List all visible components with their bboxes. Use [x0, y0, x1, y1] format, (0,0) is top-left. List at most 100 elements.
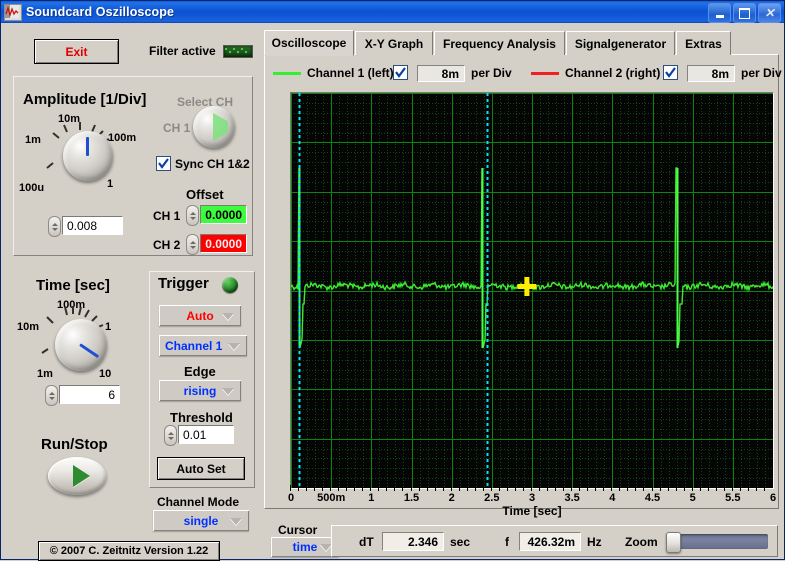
- tab-label: Signalgenerator: [574, 36, 667, 51]
- filter-active-label: Filter active: [149, 44, 216, 58]
- time-value-field[interactable]: 6: [59, 385, 120, 404]
- zoom-label: Zoom: [625, 535, 658, 549]
- waveform-icon: [4, 3, 22, 21]
- threshold-spinner[interactable]: [164, 425, 177, 446]
- select-channel-knob[interactable]: [193, 106, 235, 148]
- threshold-field[interactable]: 0.01: [178, 425, 234, 444]
- offset-ch2-spinner[interactable]: [186, 234, 199, 255]
- chevron-down-icon: [230, 517, 242, 525]
- tab-oscilloscope[interactable]: Oscilloscope: [264, 30, 354, 56]
- tab-extras[interactable]: Extras: [676, 31, 731, 55]
- offset-ch1-field[interactable]: 0.0000: [200, 205, 247, 224]
- time-knob[interactable]: [55, 319, 107, 371]
- window-title: Soundcard Oszilloscope: [26, 5, 175, 19]
- exit-button[interactable]: Exit: [34, 39, 119, 64]
- channel2-legend-line: [531, 72, 559, 75]
- time-knob-needle: [79, 343, 100, 359]
- zoom-slider-track[interactable]: [666, 534, 768, 549]
- threshold-title: Threshold: [170, 410, 233, 425]
- time-spinner[interactable]: [45, 385, 58, 406]
- run-stop-title: Run/Stop: [41, 436, 108, 453]
- trigger-mode-combo[interactable]: Auto: [159, 305, 241, 326]
- amplitude-title: Amplitude [1/Div]: [23, 91, 147, 108]
- zoom-slider-thumb[interactable]: [666, 532, 681, 553]
- x-tick-label: 3: [528, 492, 536, 504]
- play-icon: [72, 465, 90, 487]
- channel2-per-div-field[interactable]: 8m: [687, 65, 735, 82]
- channel1-per-div-label: per Div: [471, 66, 512, 80]
- tab-signalgenerator[interactable]: Signalgenerator: [566, 31, 675, 55]
- sync-channels-label: Sync CH 1&2: [175, 157, 250, 171]
- copyright-button: © 2007 C. Zeitnitz Version 1.22: [38, 541, 220, 561]
- filter-active-indicator: [223, 45, 253, 58]
- trigger-edge-combo[interactable]: rising: [159, 380, 241, 401]
- plot-svg: [291, 93, 773, 488]
- amplitude-knob-needle: [86, 137, 89, 156]
- offset-ch1-spinner[interactable]: [186, 205, 199, 226]
- cursor-marker[interactable]: [517, 277, 537, 296]
- offset-title: Offset: [186, 187, 224, 202]
- x-tick-label: 4.5: [644, 492, 661, 504]
- maximize-icon[interactable]: [733, 3, 756, 23]
- trigger-led: [222, 277, 238, 293]
- application-window: Soundcard Oszilloscope ✕ Exit Filter act…: [0, 0, 785, 561]
- tab-label: Oscilloscope: [271, 36, 347, 50]
- x-axis-ticks: 0 500m 1 1.5 2 2.5 3 3.5 4 4.5 5 5.5 6: [287, 485, 777, 504]
- plot-canvas[interactable]: [291, 93, 773, 488]
- time-title: Time [sec]: [36, 277, 110, 294]
- tab-label: Extras: [685, 36, 722, 51]
- dT-label: dT: [359, 535, 374, 549]
- select-channel-indicator: [213, 113, 228, 141]
- trigger-title: Trigger: [158, 275, 209, 292]
- amplitude-value-field[interactable]: 0.008: [62, 216, 123, 235]
- x-tick-label: 3.5: [564, 492, 580, 504]
- cursor-mode-combo[interactable]: time: [271, 537, 339, 557]
- channel1-enable-checkbox[interactable]: [393, 65, 408, 80]
- chevron-down-icon: [222, 387, 234, 395]
- x-tick-label: 2: [448, 492, 455, 504]
- dT-field: 2.346: [382, 532, 444, 551]
- tab-label: Frequency Analysis: [443, 36, 556, 51]
- x-tick-label: 0: [287, 492, 295, 504]
- oscilloscope-plot[interactable]: [290, 92, 774, 489]
- channel2-enable-checkbox[interactable]: [663, 65, 678, 80]
- channel2-per-div-label: per Div: [741, 66, 782, 80]
- f-unit: Hz: [587, 535, 602, 549]
- f-label: f: [505, 535, 509, 549]
- f-field: 426.32m: [519, 532, 581, 551]
- sync-channels-checkbox[interactable]: [156, 156, 171, 171]
- x-tick-label: 5.5: [725, 492, 741, 504]
- amplitude-knob[interactable]: [63, 131, 113, 181]
- offset-ch1-label: CH 1: [153, 209, 181, 223]
- channel1-legend-line: [273, 72, 301, 75]
- x-tick-label: 1: [368, 492, 375, 504]
- x-tick-label: 5: [689, 492, 696, 504]
- channel-mode-combo[interactable]: single: [153, 510, 249, 531]
- tab-x-y-graph[interactable]: X-Y Graph: [355, 31, 433, 55]
- chevron-down-icon: [228, 342, 240, 350]
- chevron-down-icon: [222, 312, 234, 320]
- tab-label: X-Y Graph: [364, 36, 424, 51]
- x-tick-label: 2.5: [484, 492, 500, 504]
- x-tick-label: 6: [769, 492, 777, 504]
- x-axis-title: Time [sec]: [502, 504, 562, 518]
- x-axis-tickmarks: [290, 485, 765, 491]
- select-channel-label: CH 1: [163, 121, 191, 135]
- auto-set-button[interactable]: Auto Set: [157, 457, 245, 480]
- close-icon[interactable]: ✕: [758, 3, 781, 23]
- x-tick-label: 4: [609, 492, 616, 504]
- channel2-legend-label: Channel 2 (right): [565, 66, 661, 80]
- tab-strip: Oscilloscope X-Y Graph Frequency Analysis S…: [264, 30, 779, 56]
- minimize-icon[interactable]: [708, 3, 731, 23]
- tab-frequency-analysis[interactable]: Frequency Analysis: [434, 31, 565, 55]
- trigger-source-combo[interactable]: Channel 1: [159, 335, 247, 356]
- offset-ch2-label: CH 2: [153, 238, 181, 252]
- cursor-title: Cursor: [278, 523, 318, 537]
- offset-ch2-field[interactable]: 0.0000: [200, 234, 247, 253]
- amplitude-spinner[interactable]: [48, 216, 61, 237]
- channel-mode-title: Channel Mode: [157, 495, 240, 509]
- channel1-per-div-field[interactable]: 8m: [417, 65, 465, 82]
- window-controls: ✕: [708, 3, 781, 23]
- run-stop-button[interactable]: [48, 457, 106, 495]
- x-tick-label: 500m: [317, 492, 346, 504]
